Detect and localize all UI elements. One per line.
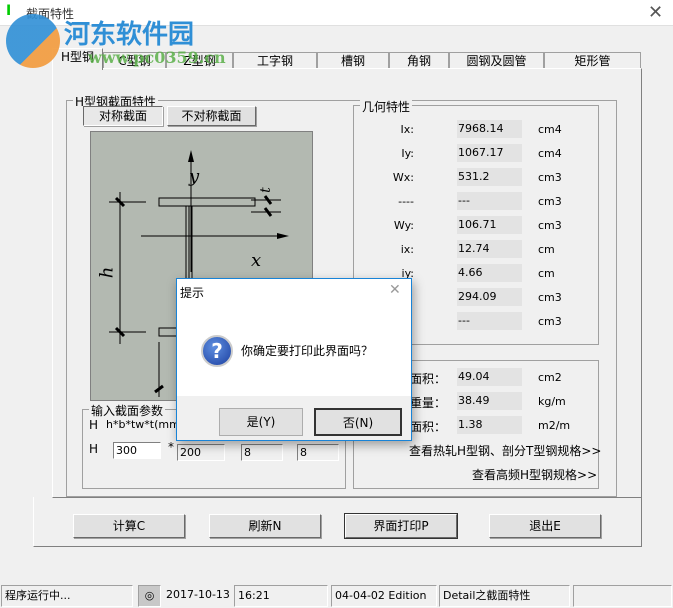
geometry-label: Wy:: [393, 219, 414, 232]
high-freq-spec-link[interactable]: 查看高频H型钢规格>>: [472, 466, 597, 483]
separator: *: [168, 440, 174, 454]
calculate-button[interactable]: 计算C: [73, 514, 185, 538]
refresh-button[interactable]: 刷新N: [209, 514, 321, 538]
geometry-value: 531.2: [457, 168, 522, 186]
exit-button[interactable]: 退出E: [489, 514, 601, 538]
input-group-title: 输入截面参数: [89, 402, 166, 419]
no-button[interactable]: 否(N): [314, 408, 402, 436]
watermark-url: www.pc0359.cn: [88, 48, 226, 67]
tab-channel[interactable]: 槽钢: [317, 52, 389, 69]
geometry-unit: cm4: [538, 123, 562, 136]
format-label: h*b*tw*t(mm): [106, 418, 185, 431]
print-label: 界面打印P: [373, 519, 429, 533]
geometry-unit: cm: [538, 267, 555, 280]
tw-input[interactable]: 8: [241, 444, 283, 461]
geometry-value: 12.74: [457, 240, 522, 258]
property-value: 1.38: [457, 416, 522, 434]
geometry-unit: cm3: [538, 219, 562, 232]
status-module: Detail之截面特性: [439, 585, 570, 607]
row-type-label: H: [89, 418, 99, 432]
tab-round[interactable]: 圆钢及圆管: [449, 52, 544, 69]
geometry-value: 1067.17: [457, 144, 522, 162]
status-date: 2017-10-13: [166, 588, 230, 601]
watermark-logo: [6, 14, 60, 68]
property-unit: cm2: [538, 371, 562, 384]
clock-icon: ◎: [138, 585, 161, 607]
h-input[interactable]: 300: [113, 442, 161, 459]
tab-rect-tube[interactable]: 矩形管: [544, 52, 641, 69]
y-axis-label: y: [189, 166, 200, 187]
asymmetric-section-button[interactable]: 不对称截面: [167, 106, 256, 126]
geometry-unit: cm4: [538, 147, 562, 160]
geometry-unit: cm3: [538, 171, 562, 184]
dialog-close-icon[interactable]: ✕: [389, 282, 401, 298]
exit-label: 退出E: [529, 519, 561, 533]
property-value: 38.49: [457, 392, 522, 410]
refresh-label: 刷新N: [248, 519, 282, 533]
geometry-label: Iy:: [401, 147, 414, 160]
tab-angle[interactable]: 角钢: [389, 52, 449, 69]
property-unit: m2/m: [538, 419, 571, 432]
confirm-dialog: 提示 ✕ ? 你确定要打印此界面吗？ 是(Y) 否(N): [176, 278, 412, 441]
b-input[interactable]: 200: [177, 444, 225, 461]
tab-i-beam[interactable]: 工字钢: [233, 52, 317, 69]
calculate-label: 计算C: [112, 519, 146, 533]
status-text: 程序运行中...: [1, 585, 133, 607]
hot-rolled-spec-link[interactable]: 查看热轧H型钢、剖分T型钢规格>>: [409, 442, 601, 459]
property-value: 49.04: [457, 368, 522, 386]
status-time: 16:21: [234, 585, 328, 607]
x-axis-label: x: [251, 250, 262, 271]
dialog-title: 提示: [180, 286, 205, 300]
geometry-value: 4.66: [457, 264, 522, 282]
symmetric-section-button[interactable]: 对称截面: [83, 106, 163, 126]
status-extra: [573, 585, 672, 607]
geometry-value: ---: [457, 312, 522, 330]
geometry-value: 294.09: [457, 288, 522, 306]
geometry-unit: cm3: [538, 195, 562, 208]
watermark-name: 河东软件园: [64, 20, 195, 50]
geometry-group-title: 几何特性: [360, 98, 413, 115]
geometry-unit: cm3: [538, 291, 562, 304]
close-icon[interactable]: ✕: [648, 2, 663, 23]
geometry-value: ---: [457, 192, 522, 210]
geometry-unit: cm3: [538, 315, 562, 328]
geometry-label: Wx:: [392, 171, 414, 184]
geometry-value: 106.71: [457, 216, 522, 234]
geometry-unit: cm: [538, 243, 555, 256]
geometry-label: Ix:: [400, 123, 414, 136]
property-unit: kg/m: [538, 395, 566, 408]
app-icon: I: [6, 3, 12, 19]
question-icon: ?: [201, 335, 233, 367]
geometry-label: ix:: [400, 243, 414, 256]
geometry-label: ----: [398, 195, 414, 208]
height-label: h: [96, 266, 118, 279]
yes-button[interactable]: 是(Y): [219, 408, 303, 436]
dialog-message: 你确定要打印此界面吗？: [241, 344, 374, 358]
geometry-value: 7968.14: [457, 120, 522, 138]
status-edition: 04-04-02 Edition: [331, 585, 437, 607]
thickness-label: t: [257, 187, 274, 193]
t-input[interactable]: 8: [297, 444, 339, 461]
row2-type-label: H: [89, 442, 99, 456]
print-button[interactable]: 界面打印P: [344, 513, 458, 539]
